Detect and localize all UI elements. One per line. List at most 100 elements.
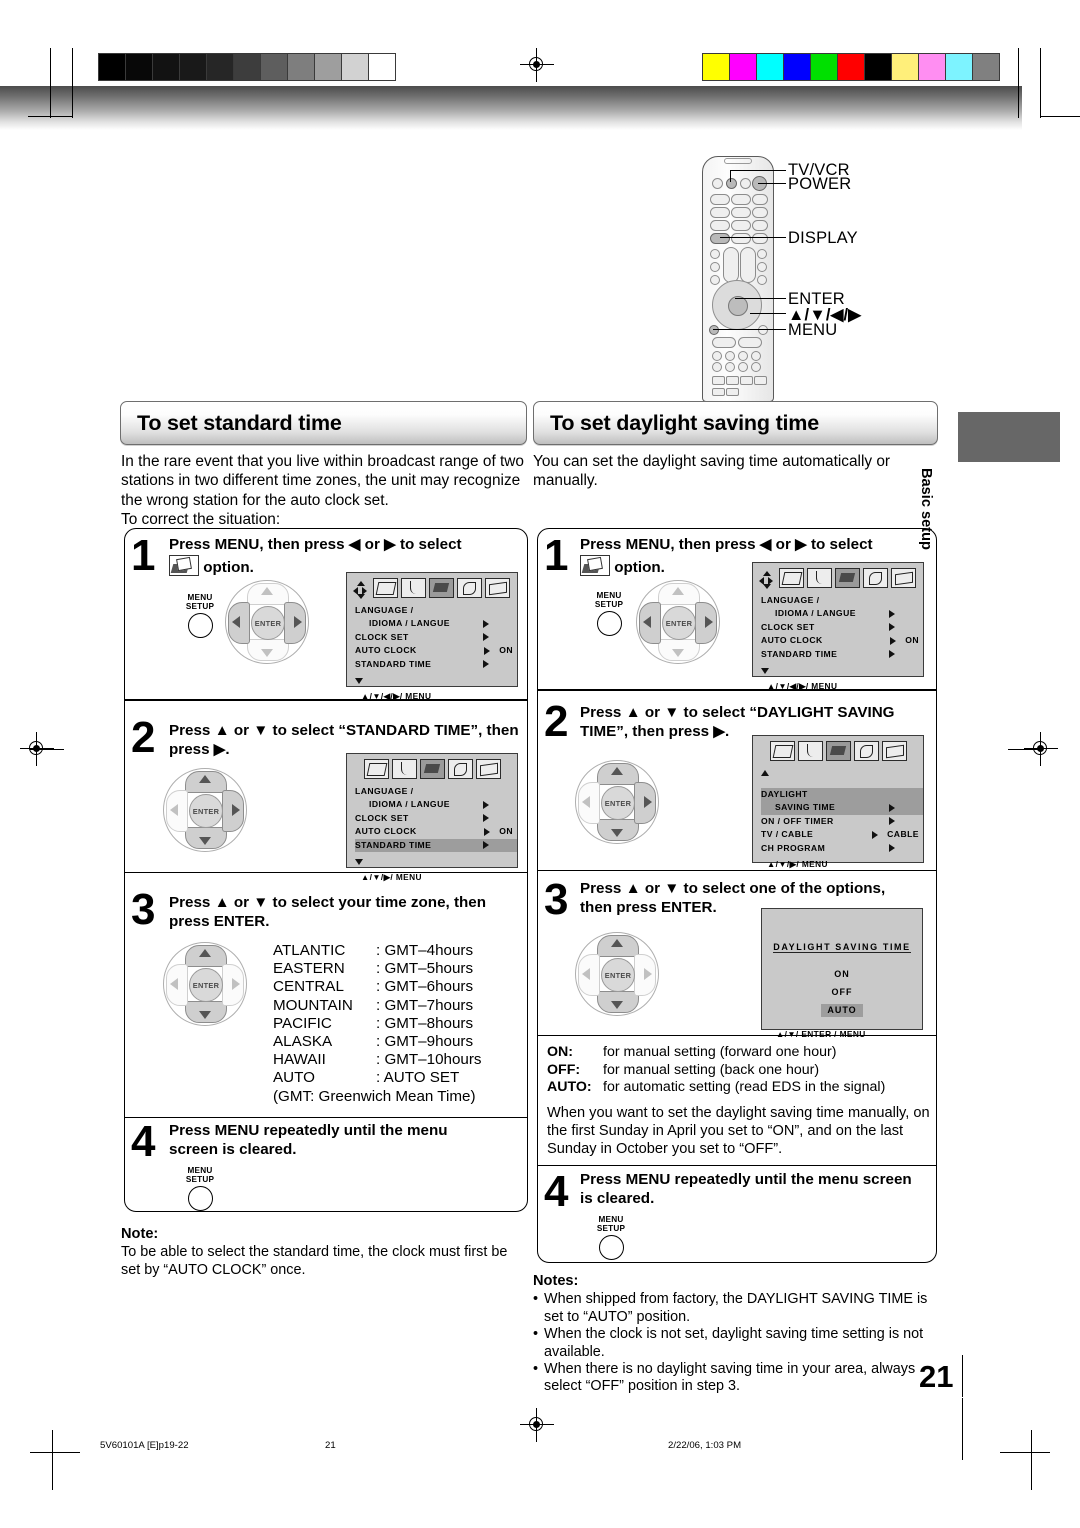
- right-step-3-dpad-graphic: ENTER: [575, 932, 659, 1016]
- page-number-rule: [962, 1355, 964, 1397]
- swatch: [730, 54, 756, 80]
- remote-key: [738, 362, 748, 372]
- osd-row[interactable]: LANGUAGE /: [355, 785, 517, 798]
- color-swatch-strip: [702, 53, 1000, 81]
- osd-row[interactable]: STANDARD TIME: [355, 658, 517, 671]
- audio-icon: [797, 741, 823, 761]
- enter-key: ENTER: [189, 968, 223, 1002]
- callout-leader: [730, 170, 732, 182]
- right-osd-screen-1: LANGUAGE / IDIOMA / LANGUE CLOCK SET AUTO C…: [752, 562, 924, 691]
- osd3-title: DAYLIGHT SAVING TIME: [773, 942, 911, 953]
- osd-row[interactable]: IDIOMA / LANGUE: [761, 607, 923, 620]
- timezone-offset: : GMT–5hours: [376, 960, 474, 978]
- osd-row-label: IDIOMA / LANGUE: [775, 608, 856, 619]
- remote-control-illustration: TV/VCR POWER DISPLAY ENTER ▲/▼/◀/▶ MENU: [690, 150, 990, 402]
- osd-row[interactable]: AUTO CLOCK ON: [761, 634, 923, 647]
- osd-row[interactable]: CLOCK SET: [761, 621, 923, 634]
- osd-row[interactable]: STANDARD TIME: [355, 838, 517, 852]
- top-gradient-band: [0, 86, 1022, 130]
- crop-mark-tl-v2: [72, 48, 74, 118]
- swatch: [99, 54, 125, 80]
- osd-row[interactable]: TV / CABLE CABLE: [761, 828, 923, 841]
- section-tab-block: [958, 412, 1060, 462]
- osd-row[interactable]: LANGUAGE /: [761, 594, 923, 607]
- down-arrow-icon: [672, 649, 684, 657]
- osd-row[interactable]: ON / OFF TIMER: [761, 815, 923, 828]
- setup-label: SETUP: [596, 1223, 626, 1233]
- osd3-option[interactable]: ON: [828, 968, 856, 981]
- left-step-1-number: 1: [131, 531, 156, 580]
- right-step-3-line2: then press ENTER.: [580, 899, 717, 916]
- right-arrow-icon: [644, 968, 652, 980]
- osd-row-arrow-icon: [872, 830, 879, 839]
- timezone-offset: : GMT–7hours: [376, 996, 474, 1014]
- option-key: AUTO:: [547, 1079, 592, 1096]
- right-step-4-number: 4: [544, 1167, 569, 1216]
- down-arrow-icon: [611, 1001, 623, 1009]
- right-arrow-icon: [294, 616, 302, 628]
- remote-key: [757, 249, 767, 259]
- osd-row[interactable]: AUTO CLOCK ON: [355, 644, 517, 657]
- osd-row[interactable]: DAYLIGHT: [761, 788, 923, 802]
- right-step-2-dpad-graphic: ENTER: [575, 760, 659, 844]
- swatch: [126, 54, 152, 80]
- note-text: When there is no daylight saving time in…: [544, 1361, 916, 1395]
- osd-row[interactable]: IDIOMA / LANGUE: [355, 617, 517, 630]
- right-notes-list: • When shipped from factory, the DAYLIGHT…: [533, 1291, 937, 1395]
- callout-menu: MENU: [788, 321, 838, 339]
- left-step-3-number: 3: [131, 885, 156, 934]
- osd-row[interactable]: CLOCK SET: [355, 812, 517, 825]
- registration-mark-right: [1024, 732, 1058, 766]
- timezone-name: CENTRAL: [273, 978, 344, 996]
- remote-key: [757, 262, 767, 272]
- osd-row-arrow-icon: [483, 801, 489, 810]
- remote-dpad: [712, 280, 762, 330]
- osd3-option-list: ON OFF AUTO: [762, 964, 922, 1018]
- option-key: ON:: [547, 1044, 574, 1060]
- remote-key: [731, 207, 751, 218]
- osd-row[interactable]: AUTO CLOCK ON: [355, 825, 517, 838]
- remote-small-button: [740, 178, 751, 189]
- remote-key: [710, 207, 730, 218]
- swatch: [315, 54, 341, 80]
- osd-4way-cursor-icon: [759, 571, 773, 589]
- osd-row[interactable]: STANDARD TIME: [761, 648, 923, 661]
- timezone-offset: : AUTO SET: [376, 1069, 460, 1087]
- scroll-down-arrow-icon: [761, 667, 769, 674]
- note-text: When shipped from factory, the DAYLIGHT …: [544, 1291, 928, 1325]
- up-arrow-icon: [261, 587, 273, 595]
- swatch: [342, 54, 368, 80]
- osd-row[interactable]: LANGUAGE /: [355, 604, 517, 617]
- osd-row-label: LANGUAGE /: [761, 595, 820, 605]
- callout-leader: [735, 298, 786, 300]
- osd-row[interactable]: CH PROGRAM: [761, 842, 923, 855]
- right-arrow-icon: [232, 804, 240, 816]
- footer-filename: 5V60101A [E]p19-22: [100, 1440, 189, 1451]
- osd-row[interactable]: IDIOMA / LANGUE: [355, 798, 517, 811]
- up-arrow-icon: [199, 949, 211, 957]
- osd-row[interactable]: SAVING TIME: [761, 801, 923, 815]
- bullet-dot: •: [533, 1326, 539, 1343]
- footer-timestamp: 2/22/06, 1:03 PM: [668, 1440, 742, 1451]
- option-key: OFF:: [547, 1061, 581, 1078]
- osd-row-list: LANGUAGE / IDIOMA / LANGUE CLOCK SET AUTO C…: [347, 779, 517, 852]
- left-note-heading: Note:: [121, 1226, 159, 1242]
- osd-row-label: CLOCK SET: [355, 631, 409, 642]
- osd3-option[interactable]: OFF: [826, 986, 859, 999]
- edit-icon: [447, 759, 473, 779]
- right-section-header: To set daylight saving time: [533, 401, 938, 445]
- timezone-name: PACIFIC: [273, 1014, 332, 1032]
- option-definition-row: ON: for manual setting (forward one hour): [547, 1044, 932, 1062]
- down-arrow-icon: [199, 837, 211, 845]
- osd-row-list: DAYLIGHT SAVING TIME ON / OFF TIMER TV / CA…: [753, 782, 923, 855]
- remote-key: [710, 275, 720, 285]
- osd-row-label: LANGUAGE /: [355, 786, 414, 796]
- button-circle: [598, 1235, 624, 1261]
- left-step-1-menu-setup-button: MENU SETUP: [182, 593, 218, 639]
- up-arrow-icon: [611, 767, 623, 775]
- scroll-down-arrow-icon: [355, 677, 363, 684]
- osd3-option[interactable]: AUTO: [821, 1004, 863, 1017]
- timezone-name: MOUNTAIN: [273, 996, 353, 1014]
- osd-row-arrow-icon: [889, 623, 895, 632]
- osd-row[interactable]: CLOCK SET: [355, 631, 517, 644]
